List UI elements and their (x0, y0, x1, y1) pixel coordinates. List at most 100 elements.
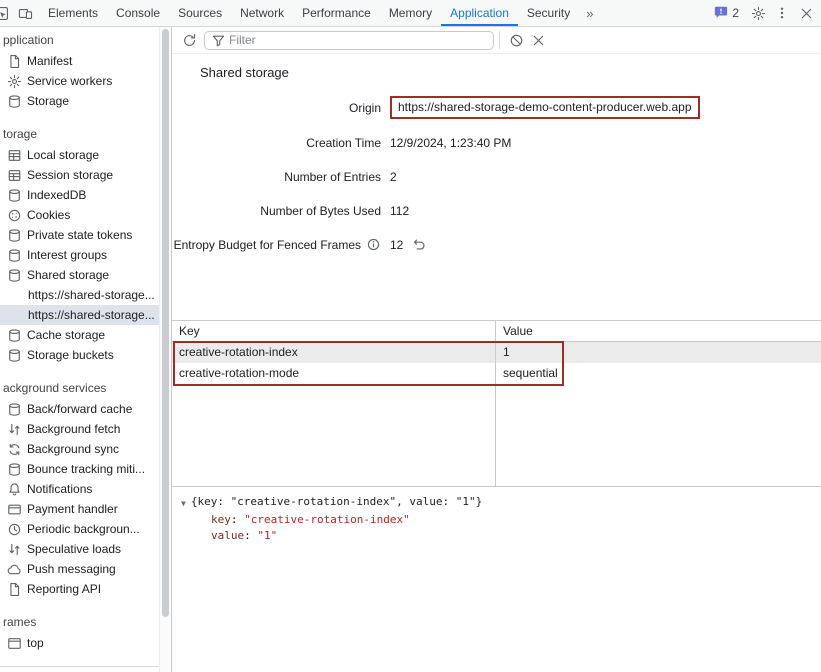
sidebar-item[interactable]: Reporting API (0, 579, 171, 599)
sidebar-bottom-divider (0, 666, 159, 667)
sidebar-item-label: Reporting API (27, 582, 101, 596)
metadata-label: Entropy Budget for Fenced Frames (172, 237, 390, 252)
database-icon (6, 402, 22, 417)
metadata-value-text: 12/9/2024, 1:23:40 PM (390, 136, 511, 150)
sidebar-item[interactable]: Cache storage (0, 325, 171, 345)
devtools-tabbar: Elements Console Sources Network Perform… (0, 0, 821, 27)
panel-tab[interactable]: Network (231, 0, 293, 26)
database-icon (6, 328, 22, 343)
sidebar-section-header: rames (0, 611, 171, 633)
sidebar-item[interactable]: Back/forward cache (0, 399, 171, 419)
sidebar-item-label: Background fetch (27, 422, 120, 436)
sidebar-section: torage Local storage (0, 123, 171, 365)
panel-tab[interactable]: Sources (169, 0, 231, 26)
database-icon (6, 462, 22, 477)
sidebar-item-label: Push messaging (27, 562, 116, 576)
sidebar-item[interactable]: Service workers (0, 71, 171, 91)
sidebar-item-label: Interest groups (27, 248, 107, 262)
metadata-value-text: https://shared-storage-demo-content-prod… (390, 96, 700, 119)
sidebar-item-label: Session storage (27, 168, 113, 182)
sidebar-scrollbar[interactable] (159, 27, 171, 672)
panel-tab[interactable]: Console (107, 0, 169, 26)
sidebar-item[interactable]: https://shared-storage... (0, 285, 171, 305)
tabbar-right-icons: 2 (707, 0, 821, 26)
panel-tab[interactable]: Performance (293, 0, 380, 26)
sidebar-item[interactable]: Notifications (0, 479, 171, 499)
sidebar-item[interactable]: Push messaging (0, 559, 171, 579)
expand-arrow-icon[interactable]: ▼ (181, 494, 186, 512)
sidebar-item[interactable]: Cookies (0, 205, 171, 225)
table-cell-value: 1 (496, 342, 821, 363)
metadata-label: Number of Entries (172, 170, 390, 184)
sidebar-item[interactable]: Payment handler (0, 499, 171, 519)
issues-count: 2 (732, 6, 739, 20)
sidebar-item[interactable]: https://shared-storage... (0, 305, 171, 325)
panel-tab[interactable]: Memory (380, 0, 441, 26)
preview-property: key: "creative-rotation-index" (211, 512, 821, 528)
sidebar-scrollbar-thumb[interactable] (162, 29, 169, 617)
table-icon (6, 148, 22, 163)
settings-gear-icon[interactable] (746, 1, 770, 25)
metadata-section: Origin https://shared-storage-demo-conte… (172, 96, 821, 268)
table-body: creative-rotation-index 1 creative-rotat… (172, 342, 821, 384)
more-tabs-button[interactable]: » (579, 0, 600, 26)
table-header-row: Key Value (172, 321, 821, 342)
sidebar-item[interactable]: Storage (0, 91, 171, 111)
more-options-icon[interactable] (770, 1, 794, 25)
device-toolbar-icon[interactable] (13, 1, 37, 25)
metadata-value: https://shared-storage-demo-content-prod… (390, 96, 700, 119)
sidebar-section-header: torage (0, 123, 171, 145)
close-devtools-icon[interactable] (794, 1, 818, 25)
metadata-row: Entropy Budget for Fenced Frames 12 (172, 234, 821, 255)
table-row[interactable]: creative-rotation-mode sequential (172, 363, 821, 384)
doc-icon (6, 54, 22, 69)
sidebar-item[interactable]: top (0, 633, 171, 653)
cloud-icon (6, 562, 22, 577)
sidebar-section: pplication Manifest (0, 29, 171, 111)
reset-budget-icon[interactable] (412, 237, 427, 252)
preview-property: value: "1" (211, 528, 821, 544)
sidebar-item[interactable]: Storage buckets (0, 345, 171, 365)
sidebar-item[interactable]: Interest groups (0, 245, 171, 265)
delete-selected-icon[interactable] (527, 29, 549, 51)
panel-tab[interactable]: Security (518, 0, 579, 26)
card-icon (6, 502, 22, 517)
metadata-value: 112 (390, 204, 409, 218)
sidebar-item-label: Periodic backgroun... (27, 522, 140, 536)
table-row[interactable]: creative-rotation-index 1 (172, 342, 821, 363)
table-cell-key: creative-rotation-index (172, 342, 496, 363)
sidebar-item[interactable]: Periodic backgroun... (0, 519, 171, 539)
inspect-element-icon[interactable] (0, 1, 13, 25)
issues-indicator[interactable]: 2 (707, 5, 746, 22)
column-header-key[interactable]: Key (172, 321, 496, 341)
sidebar-item[interactable]: Local storage (0, 145, 171, 165)
metadata-row: Number of Bytes Used 112 (172, 200, 821, 221)
sidebar-item[interactable]: Speculative loads (0, 539, 171, 559)
sidebar-item-label: Private state tokens (27, 228, 132, 242)
sidebar-item-label: https://shared-storage... (28, 308, 155, 322)
sidebar-item[interactable]: Manifest (0, 51, 171, 71)
sidebar-item[interactable]: Private state tokens (0, 225, 171, 245)
column-header-value[interactable]: Value (496, 321, 821, 341)
panel-tab[interactable]: Elements (39, 0, 107, 26)
metadata-value: 12 (390, 237, 427, 252)
database-icon (6, 228, 22, 243)
clear-all-icon[interactable] (505, 29, 527, 51)
sidebar-item[interactable]: Background fetch (0, 419, 171, 439)
sidebar-item[interactable]: Session storage (0, 165, 171, 185)
sidebar-section-header: ackground services (0, 377, 171, 399)
panel-tab[interactable]: Application (441, 0, 518, 26)
sidebar-item[interactable]: IndexedDB (0, 185, 171, 205)
filter-input[interactable]: Filter (204, 31, 494, 50)
application-sidebar: pplication Manifest (0, 27, 172, 672)
sidebar-item[interactable]: Bounce tracking miti... (0, 459, 171, 479)
sidebar-item-label: Local storage (27, 148, 99, 162)
metadata-value-text: 12 (390, 238, 403, 252)
info-icon[interactable] (366, 237, 381, 252)
sidebar-item[interactable]: Background sync (0, 439, 171, 459)
sidebar-item[interactable]: Shared storage (0, 265, 171, 285)
refresh-icon[interactable] (178, 29, 200, 51)
table-cell-key: creative-rotation-mode (172, 363, 496, 384)
panel-tabs: Elements Console Sources Network Perform… (39, 0, 579, 26)
storage-items-table: Key Value creative-rotation-index 1 crea… (172, 320, 821, 486)
